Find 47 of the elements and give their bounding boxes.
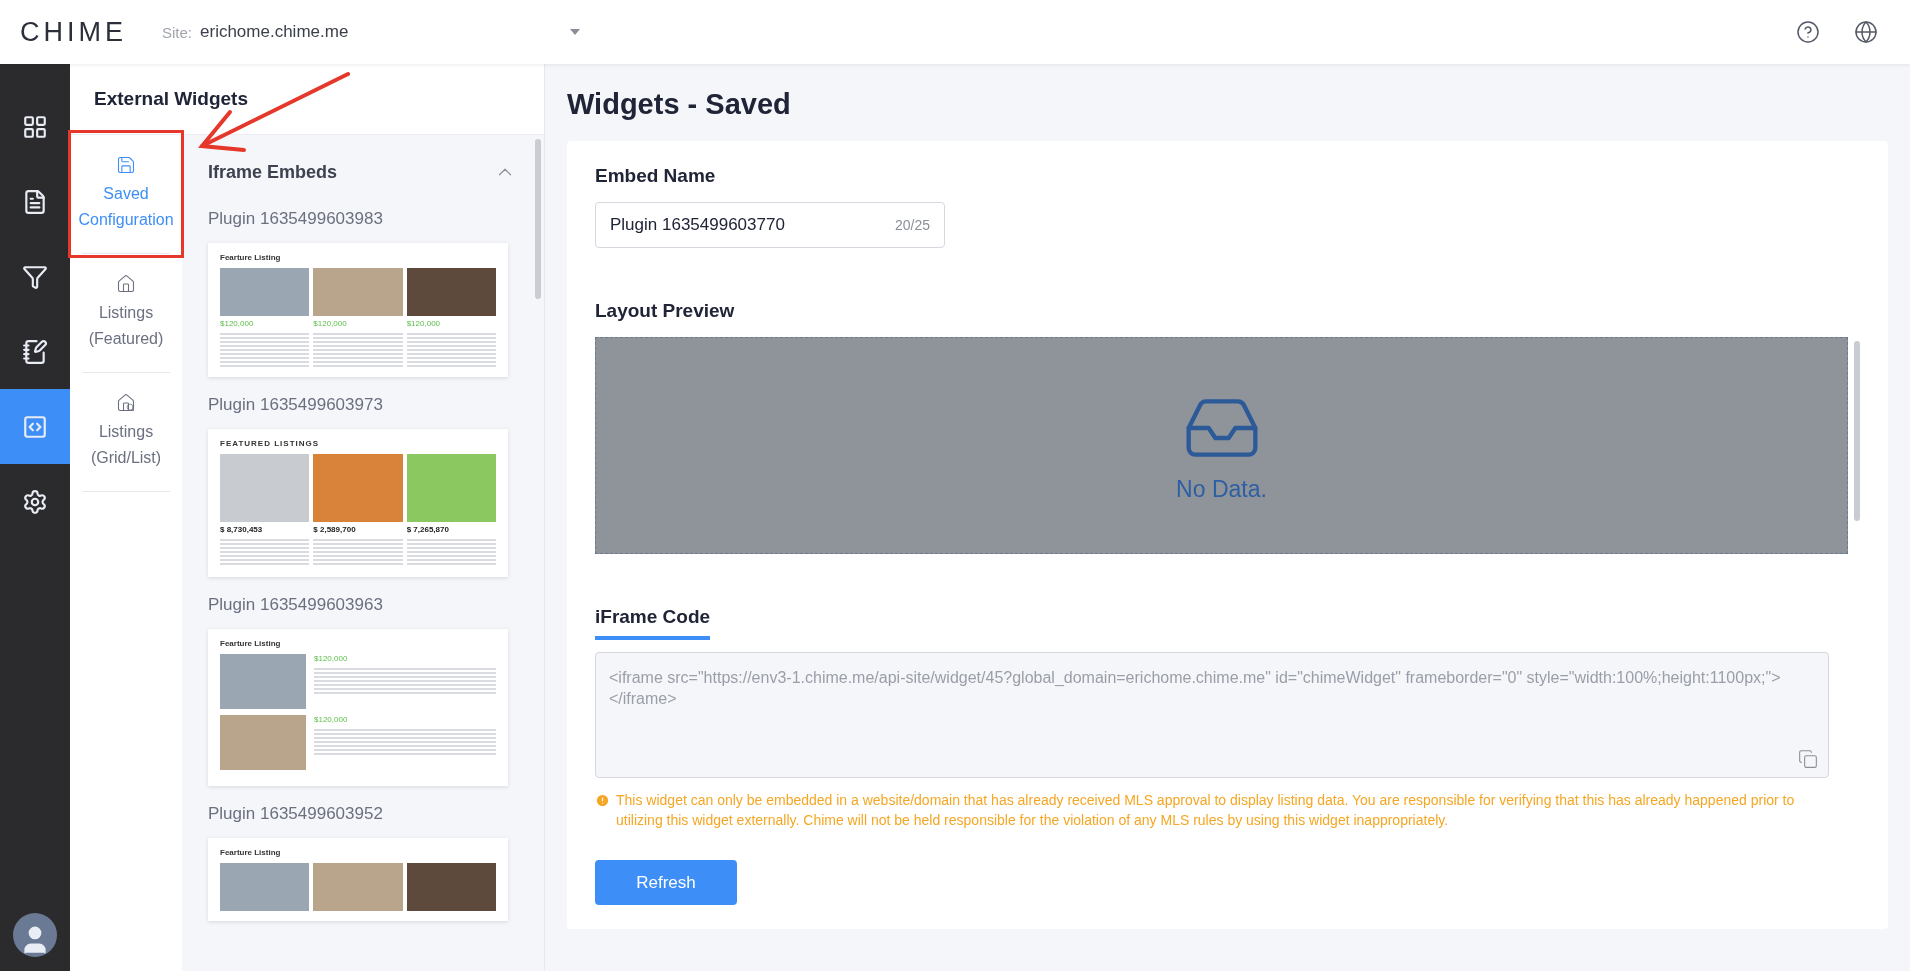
warning-text: This widget can only be embedded in a website/domain that has already received MLS approval to display listing data. You are responsible for verifying that this has already happened prior to utilizing this widget externally. Chime will not be held responsible for the violation of any MLS rules by using this widget inappropriately. [616, 791, 1796, 830]
preview-title: FEATURED LISTINGS [220, 439, 321, 448]
widget-preview[interactable]: Fearture Listing $120,000 $120,000 $120,000 [208, 243, 508, 377]
widget-preview[interactable]: Fearture Listing $120,000 $120,000 [208, 629, 508, 786]
page-title: Widgets - Saved [567, 88, 792, 121]
help-icon[interactable] [1796, 20, 1820, 44]
listing-price: $120,000 [314, 654, 349, 663]
listing-price: $120,000 [313, 319, 348, 328]
section-label: Layout Preview [595, 300, 736, 322]
preview-title: Fearture Listing [220, 253, 282, 262]
plugin-name: Plugin 1635499603973 [208, 395, 384, 415]
settings-icon [22, 488, 48, 515]
preview-title: Fearture Listing [220, 848, 282, 857]
widget-type-tab[interactable]: Listings (Featured) [82, 254, 170, 373]
grid-icon [22, 113, 48, 140]
section-header[interactable]: Iframe Embeds [208, 135, 518, 197]
funnel-icon [22, 263, 48, 290]
code-icon [22, 413, 48, 440]
widget-preview[interactable]: FEATURED LISTINGS $ 8,730,453 $ 2,589,700 $ 7,265,870 [208, 429, 508, 577]
warning-icon [595, 793, 610, 808]
preview-title: Fearture Listing [220, 639, 282, 648]
field-label: Embed Name [595, 165, 717, 187]
embed-name-field[interactable]: Plugin 1635499603770 20/25 [595, 202, 945, 248]
code-tab[interactable]: iFrame Code [595, 606, 711, 640]
copy-button[interactable] [1798, 749, 1818, 769]
document-icon [22, 188, 48, 215]
plugin-name: Plugin 1635499603963 [208, 595, 384, 615]
plugin-name: Plugin 1635499603952 [208, 804, 384, 824]
listing-price: $ 2,589,700 [313, 525, 357, 534]
site-label: Site: [162, 23, 192, 41]
site-select[interactable]: erichome.chime.me [200, 22, 580, 42]
listing-price: $ 8,730,453 [220, 525, 264, 534]
avatar[interactable] [13, 913, 57, 957]
logo[interactable]: CHIME [20, 16, 162, 48]
listing-price: $120,000 [314, 715, 349, 724]
layout-preview: No Data. [595, 337, 1848, 554]
plugin-name: Plugin 1635499603983 [208, 209, 384, 229]
notepad-icon [22, 338, 48, 365]
globe-icon[interactable] [1854, 20, 1878, 44]
listing-price: $120,000 [220, 319, 255, 328]
house-icon [116, 274, 136, 294]
caret-icon [570, 29, 580, 35]
listing-price: $ 7,265,870 [406, 525, 450, 534]
listing-price: $120,000 [406, 319, 442, 328]
widget-type-tab[interactable]: Listings (Grid/List) [82, 373, 170, 492]
widget-preview[interactable]: Fearture Listing [208, 838, 508, 921]
house-icon [116, 393, 136, 413]
